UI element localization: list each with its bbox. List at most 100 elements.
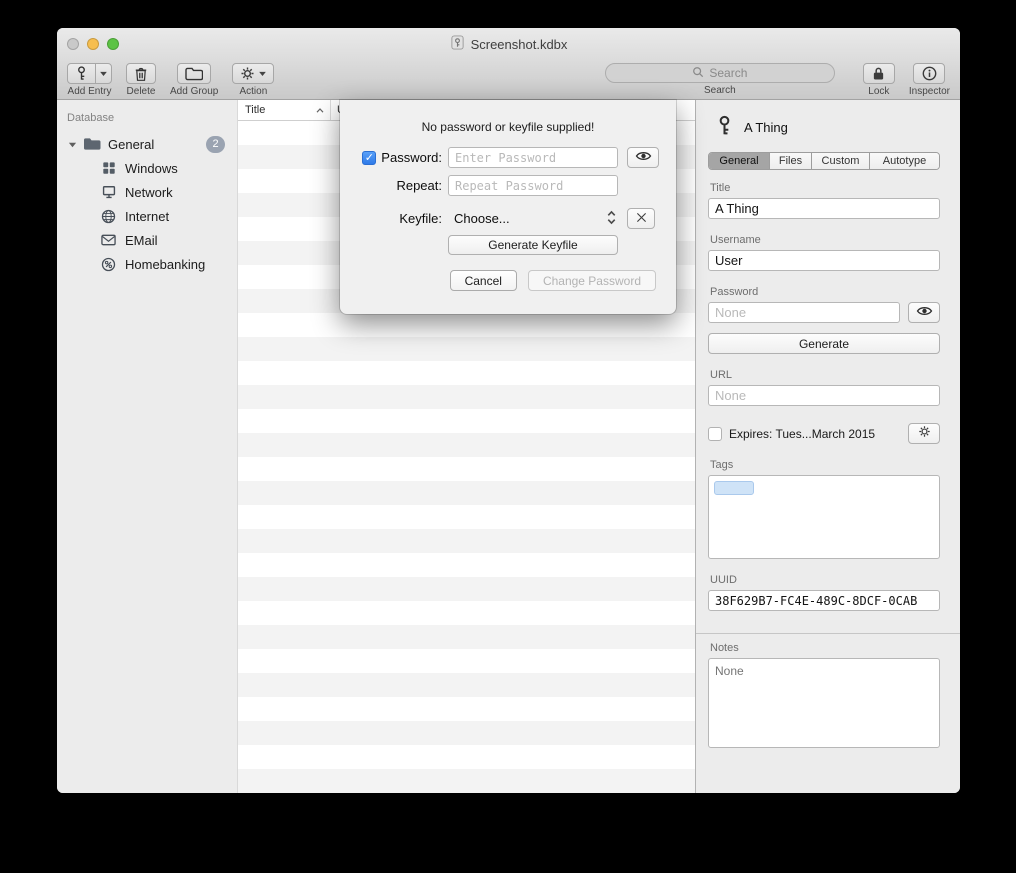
document-icon	[450, 35, 465, 53]
expires-options-button[interactable]	[908, 423, 940, 444]
app-window: Screenshot.kdbx Add Entry Delete	[57, 28, 960, 793]
tab-general[interactable]: General	[709, 153, 769, 169]
toolbar-item-delete: Delete	[126, 63, 156, 97]
close-button[interactable]	[67, 38, 79, 50]
url-field[interactable]	[708, 385, 940, 406]
windows-icon	[99, 161, 118, 175]
dialog-repeat-input[interactable]	[448, 175, 618, 196]
keyfile-clear-button[interactable]	[627, 208, 655, 229]
add-entry-dropdown-arrow-icon[interactable]	[95, 64, 111, 83]
sidebar-item-label: Windows	[125, 161, 178, 176]
tab-files[interactable]: Files	[769, 153, 811, 169]
dialog-password-label: Password:	[381, 150, 442, 165]
traffic-lights	[67, 38, 119, 50]
window-title-text: Screenshot.kdbx	[471, 37, 568, 52]
password-field-label: Password	[710, 286, 938, 298]
url-field-label: URL	[710, 369, 938, 381]
add-group-label: Add Group	[170, 86, 218, 97]
gear-icon	[918, 425, 931, 443]
search-label: Search	[704, 85, 736, 96]
sidebar-item-general[interactable]: General 2	[57, 132, 237, 156]
sidebar-item-windows[interactable]: Windows	[57, 156, 237, 180]
reveal-password-button[interactable]	[908, 302, 940, 323]
title-field[interactable]	[708, 198, 940, 219]
padlock-icon	[872, 66, 885, 81]
cancel-button[interactable]: Cancel	[450, 270, 517, 291]
entry-header: A Thing	[708, 112, 940, 152]
inspector-tabs: General Files Custom Autotype	[708, 152, 940, 170]
change-password-dialog: No password or keyfile supplied! ✓ Passw…	[340, 100, 676, 314]
sidebar-item-label: Homebanking	[125, 257, 205, 272]
uuid-label: UUID	[710, 574, 938, 586]
tags-input[interactable]	[708, 475, 940, 559]
password-field[interactable]	[708, 302, 900, 323]
sidebar-item-internet[interactable]: Internet	[57, 204, 237, 228]
disclosure-triangle-icon[interactable]	[65, 140, 79, 149]
lock-button[interactable]	[863, 63, 895, 84]
generate-keyfile-button[interactable]: Generate Keyfile	[448, 235, 618, 255]
column-title-label: Title	[245, 104, 265, 116]
change-password-button[interactable]: Change Password	[528, 270, 656, 291]
sidebar: Database General 2 Windows	[57, 100, 237, 793]
sort-ascending-icon	[316, 104, 324, 116]
password-checkbox[interactable]: ✓	[362, 151, 376, 165]
expires-label: Expires: Tues...March 2015	[729, 427, 901, 441]
eye-icon	[916, 304, 933, 322]
username-field-label: Username	[710, 234, 938, 246]
toolbar-item-search: Search Search	[605, 63, 835, 96]
toolbar-item-add-group: Add Group	[170, 63, 218, 97]
info-icon	[922, 66, 937, 81]
key-icon	[68, 64, 95, 83]
tab-custom[interactable]: Custom	[811, 153, 869, 169]
gear-icon	[240, 66, 255, 81]
delete-button[interactable]	[126, 63, 156, 84]
sidebar-item-label: EMail	[125, 233, 158, 248]
key-icon	[716, 114, 733, 140]
minimize-button[interactable]	[87, 38, 99, 50]
add-group-button[interactable]	[177, 63, 211, 84]
zoom-button[interactable]	[107, 38, 119, 50]
expires-checkbox[interactable]	[708, 427, 722, 441]
toolbar-item-add-entry: Add Entry	[67, 63, 112, 97]
action-button[interactable]	[232, 63, 274, 84]
entry-title: A Thing	[744, 120, 788, 135]
inspector-button[interactable]	[913, 63, 945, 84]
sidebar-item-network[interactable]: Network	[57, 180, 237, 204]
sidebar-item-homebanking[interactable]: Homebanking	[57, 252, 237, 276]
search-input[interactable]: Search	[605, 63, 835, 83]
dialog-reveal-password-button[interactable]	[627, 147, 659, 168]
inspector-panel: A Thing General Files Custom Autotype Ti…	[695, 100, 960, 793]
search-placeholder: Search	[709, 66, 747, 80]
popup-chevrons-icon	[607, 210, 616, 228]
eye-icon	[635, 149, 652, 167]
sidebar-item-email[interactable]: EMail	[57, 228, 237, 252]
entry-count-badge: 2	[206, 136, 225, 153]
lock-label: Lock	[868, 86, 889, 97]
toolbar-item-lock: Lock	[863, 63, 895, 97]
tag-token[interactable]	[714, 481, 754, 495]
titlebar: Screenshot.kdbx	[57, 28, 960, 60]
username-field[interactable]	[708, 250, 940, 271]
globe-icon	[99, 209, 118, 224]
column-header-title[interactable]: Title	[238, 100, 331, 120]
toolbar-item-inspector: Inspector	[909, 63, 950, 97]
tab-autotype[interactable]: Autotype	[869, 153, 939, 169]
sidebar-item-label: Internet	[125, 209, 169, 224]
keyfile-popup-value: Choose...	[454, 211, 510, 226]
add-entry-button[interactable]	[67, 63, 112, 84]
uuid-field[interactable]	[708, 590, 940, 611]
keyfile-popup[interactable]: Choose...	[448, 210, 618, 228]
generate-password-button[interactable]: Generate	[708, 333, 940, 354]
window-title: Screenshot.kdbx	[450, 35, 568, 53]
dialog-password-input[interactable]	[448, 147, 618, 168]
sidebar-item-label: General	[108, 137, 154, 152]
section-divider	[696, 633, 960, 634]
toolbar: Add Entry Delete Add Group	[57, 60, 960, 100]
action-label: Action	[239, 86, 267, 97]
notes-label: Notes	[710, 642, 938, 654]
x-icon	[636, 210, 647, 228]
sidebar-item-label: Network	[125, 185, 173, 200]
dialog-keyfile-label: Keyfile:	[399, 211, 442, 226]
folder-icon	[185, 67, 203, 81]
notes-field[interactable]	[708, 658, 940, 748]
